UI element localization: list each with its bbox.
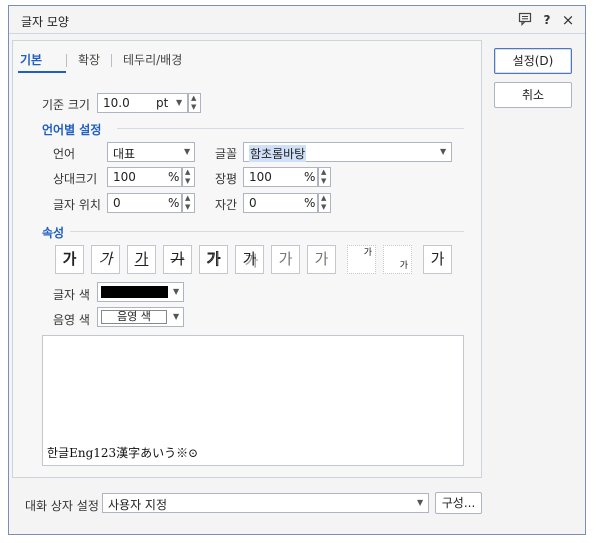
outline-button[interactable]: 가 xyxy=(199,245,228,274)
tab-separator xyxy=(66,54,67,67)
preview-text: 한글Eng123漢字あいう※⊙ xyxy=(47,446,199,460)
subscript-button[interactable]: 가 xyxy=(383,245,412,274)
width-ratio-input[interactable]: 100 % xyxy=(243,167,318,187)
chevron-down-icon[interactable]: ▼ xyxy=(191,103,196,112)
underline-button[interactable]: 가 xyxy=(127,245,156,274)
shade-color-label: 음영 색 xyxy=(53,313,90,327)
chevron-down-icon[interactable]: ▼ xyxy=(417,498,423,507)
chevron-up-icon[interactable]: ▲ xyxy=(185,194,190,203)
bold-button[interactable]: 가 xyxy=(55,245,84,274)
shadow-button[interactable]: 가 xyxy=(235,245,264,274)
italic-button[interactable]: 가 xyxy=(91,245,120,274)
tab-separator xyxy=(111,54,112,67)
chevron-down-icon[interactable]: ▼ xyxy=(173,287,179,296)
chevron-down-icon[interactable]: ▼ xyxy=(321,203,326,212)
language-label: 언어 xyxy=(53,147,76,161)
dialog-setting-select[interactable]: 사용자 지정 ▼ xyxy=(102,493,429,513)
normal-style-button[interactable]: 가 xyxy=(423,245,452,274)
engrave-button[interactable]: 가 xyxy=(307,245,336,274)
chevron-up-icon[interactable]: ▲ xyxy=(321,194,326,203)
text-color-picker[interactable]: ▼ xyxy=(97,282,184,302)
chevron-down-icon[interactable]: ▼ xyxy=(173,312,179,321)
relative-size-stepper[interactable]: ▲ ▼ xyxy=(182,167,195,187)
shade-color-picker[interactable]: 음영 색 ▼ xyxy=(97,307,184,327)
chevron-down-icon[interactable]: ▼ xyxy=(185,203,190,212)
tab-border-background[interactable]: 테두리/배경 xyxy=(123,51,182,68)
superscript-button[interactable]: 가 xyxy=(347,245,376,274)
char-spacing-stepper[interactable]: ▲ ▼ xyxy=(318,193,331,213)
font-select[interactable]: 함초롬바탕 ▼ xyxy=(243,142,452,162)
shade-color-swatch: 음영 색 xyxy=(101,310,167,324)
comment-icon[interactable] xyxy=(517,12,533,28)
cancel-button[interactable]: 취소 xyxy=(494,82,572,108)
tab-extended[interactable]: 확장 xyxy=(78,51,100,68)
chevron-up-icon[interactable]: ▲ xyxy=(191,94,196,103)
section-divider xyxy=(70,231,464,232)
preview-area: 한글Eng123漢字あいう※⊙ xyxy=(42,335,464,466)
help-icon[interactable]: ? xyxy=(539,12,555,28)
width-ratio-stepper[interactable]: ▲ ▼ xyxy=(318,167,331,187)
language-select[interactable]: 대표 ▼ xyxy=(107,142,195,162)
language-section-title: 언어별 설정 xyxy=(42,123,102,137)
text-color-label: 글자 색 xyxy=(53,288,90,302)
section-divider xyxy=(117,128,464,129)
chevron-down-icon[interactable]: ▼ xyxy=(184,147,190,156)
chevron-down-icon[interactable]: ▼ xyxy=(440,147,446,156)
chevron-up-icon[interactable]: ▲ xyxy=(185,168,190,177)
dialog-setting-label: 대화 상자 설정 xyxy=(25,499,99,513)
ok-button[interactable]: 설정(D) xyxy=(494,48,572,74)
char-position-stepper[interactable]: ▲ ▼ xyxy=(182,193,195,213)
active-tab-indicator xyxy=(18,71,66,73)
char-spacing-label: 자간 xyxy=(215,198,238,212)
configure-button[interactable]: 구성... xyxy=(435,492,482,514)
base-size-label: 기준 크기 xyxy=(42,98,90,112)
char-position-input[interactable]: 0 % xyxy=(107,193,182,213)
relative-size-input[interactable]: 100 % xyxy=(107,167,182,187)
attributes-section-title: 속성 xyxy=(42,226,65,240)
strikethrough-button[interactable]: 가 xyxy=(163,245,192,274)
base-size-stepper[interactable]: ▲ ▼ xyxy=(188,93,201,113)
emboss-button[interactable]: 가 xyxy=(271,245,300,274)
chevron-up-icon[interactable]: ▲ xyxy=(321,168,326,177)
relative-size-label: 상대크기 xyxy=(53,172,98,186)
width-ratio-label: 장평 xyxy=(215,172,238,186)
base-size-input[interactable]: 10.0 pt ▼ xyxy=(97,93,188,113)
chevron-down-icon[interactable]: ▼ xyxy=(176,98,182,107)
chevron-down-icon[interactable]: ▼ xyxy=(185,177,190,186)
char-spacing-input[interactable]: 0 % xyxy=(243,193,318,213)
tab-basic[interactable]: 기본 xyxy=(20,51,42,68)
char-position-label: 글자 위치 xyxy=(53,198,101,212)
font-label: 글꼴 xyxy=(215,147,238,161)
dialog-title: 글자 모양 xyxy=(21,15,69,29)
title-bar: 글자 모양 ? × xyxy=(9,6,585,34)
close-icon[interactable]: × xyxy=(560,12,576,28)
chevron-down-icon[interactable]: ▼ xyxy=(321,177,326,186)
text-color-swatch xyxy=(101,286,168,298)
base-size-unit: pt xyxy=(156,96,169,110)
